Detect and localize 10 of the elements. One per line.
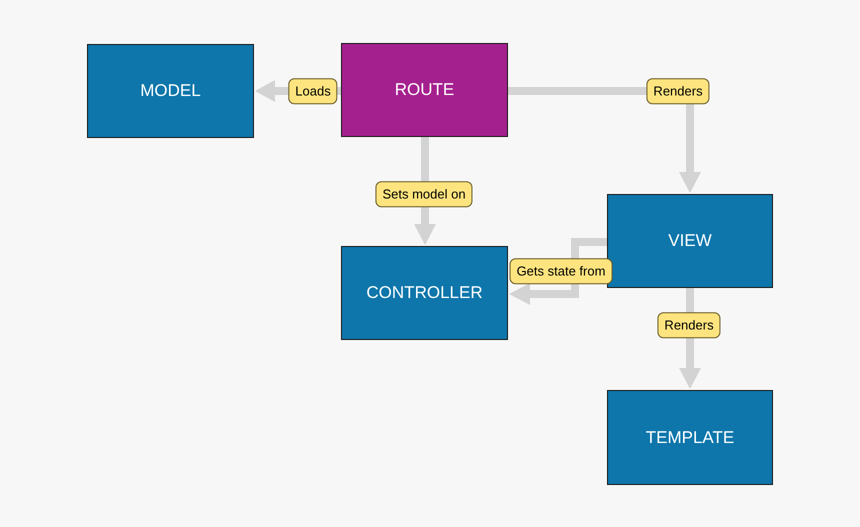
diagram-node: MODEL <box>87 44 254 138</box>
edge-label: Loads <box>288 78 338 104</box>
edge-label: Renders <box>646 78 710 104</box>
diagram-node: CONTROLLER <box>341 246 508 340</box>
diagram-node: VIEW <box>607 194 773 288</box>
edge-label: Sets model on <box>375 181 473 207</box>
diagram-node: TEMPLATE <box>607 390 773 485</box>
edge-label: Renders <box>657 312 721 338</box>
diagram-node: ROUTE <box>341 43 508 137</box>
edge-label: Gets state from <box>510 258 612 284</box>
